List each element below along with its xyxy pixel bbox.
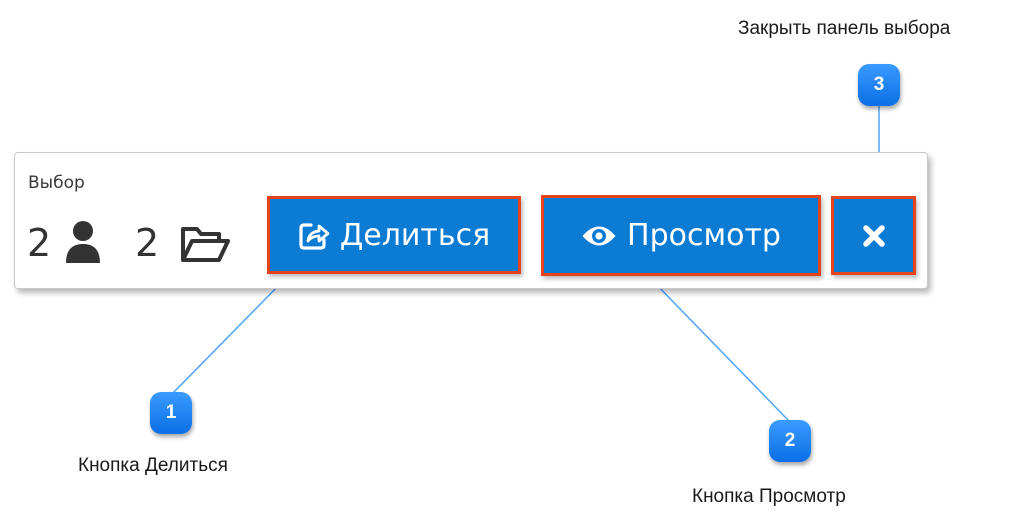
callout-caption-2: Кнопка Просмотр [692, 486, 846, 507]
view-button-label: Просмотр [627, 218, 781, 253]
connector-line-1 [171, 273, 291, 395]
share-icon [298, 219, 330, 251]
close-icon [862, 224, 886, 248]
folder-open-icon [180, 225, 230, 268]
selection-panel: Выбор 2 2 Делиться Просмотр [14, 152, 928, 289]
callout-badge-1: 1 [150, 392, 192, 434]
connector-line-2 [649, 277, 791, 423]
user-icon [65, 220, 101, 269]
selection-panel-title: Выбор [28, 173, 85, 193]
view-button[interactable]: Просмотр [541, 195, 821, 276]
callout-caption-1: Кнопка Делиться [78, 455, 228, 476]
share-button[interactable]: Делиться [267, 196, 521, 274]
close-selection-button[interactable] [831, 196, 916, 275]
callout-badge-3: 3 [858, 64, 900, 106]
selected-folders-count: 2 [135, 221, 160, 265]
callout-caption-3: Закрыть панель выбора [738, 18, 951, 39]
share-button-label: Делиться [339, 217, 491, 253]
callout-badge-2: 2 [769, 420, 811, 462]
selected-users-count: 2 [27, 221, 52, 265]
eye-icon [581, 223, 617, 249]
